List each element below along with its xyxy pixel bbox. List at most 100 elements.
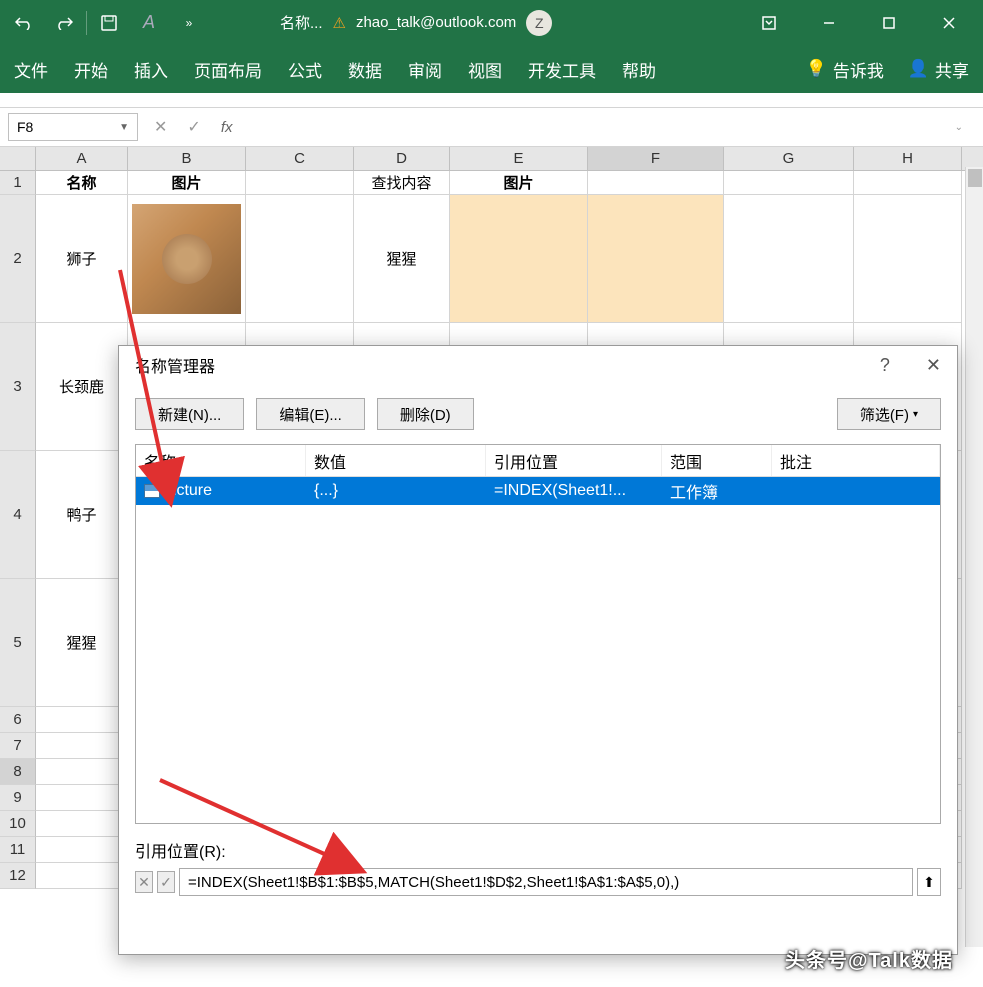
column-header[interactable]: A bbox=[36, 147, 128, 170]
enter-icon[interactable]: ✓ bbox=[187, 117, 200, 137]
tab-dev[interactable]: 开发工具 bbox=[528, 57, 596, 82]
user-avatar[interactable]: Z bbox=[526, 10, 552, 36]
new-button[interactable]: 新建(N)... bbox=[135, 398, 244, 430]
undo-button[interactable] bbox=[4, 3, 44, 43]
row-header[interactable]: 6 bbox=[0, 707, 36, 733]
cell[interactable] bbox=[724, 171, 854, 195]
cell[interactable]: 鸭子 bbox=[36, 451, 128, 579]
tab-layout[interactable]: 页面布局 bbox=[194, 57, 262, 82]
help-button[interactable]: ? bbox=[880, 355, 890, 376]
header-refers[interactable]: 引用位置 bbox=[486, 445, 662, 476]
close-button[interactable] bbox=[919, 0, 979, 45]
chevron-down-icon[interactable]: ▼ bbox=[119, 122, 129, 133]
fx-icon[interactable]: fx bbox=[221, 119, 233, 136]
ribbon-options-button[interactable] bbox=[739, 0, 799, 45]
cell[interactable]: 长颈鹿 bbox=[36, 323, 128, 451]
row-header[interactable]: 2 bbox=[0, 195, 36, 323]
tab-view[interactable]: 视图 bbox=[468, 57, 502, 82]
warning-icon: ⚠ bbox=[333, 14, 346, 32]
header-scope[interactable]: 范围 bbox=[662, 445, 772, 476]
cell[interactable] bbox=[36, 837, 128, 863]
column-header[interactable]: H bbox=[854, 147, 962, 170]
column-header[interactable]: E bbox=[450, 147, 588, 170]
row-header[interactable]: 10 bbox=[0, 811, 36, 837]
tab-formulas[interactable]: 公式 bbox=[288, 57, 322, 82]
tab-insert[interactable]: 插入 bbox=[134, 57, 168, 82]
dialog-titlebar[interactable]: 名称管理器 ? ✕ bbox=[119, 346, 957, 384]
font-button[interactable]: A bbox=[129, 3, 169, 43]
row-header[interactable]: 5 bbox=[0, 579, 36, 707]
close-icon[interactable]: ✕ bbox=[926, 355, 941, 376]
qat-more-button[interactable]: » bbox=[169, 3, 209, 43]
chevron-down-icon: ▾ bbox=[913, 409, 918, 420]
share-icon: 👤 bbox=[908, 59, 929, 79]
cell[interactable] bbox=[36, 759, 128, 785]
cell[interactable] bbox=[854, 171, 962, 195]
cell[interactable] bbox=[588, 195, 724, 323]
cell[interactable]: 名称 bbox=[36, 171, 128, 195]
cell[interactable]: 查找内容 bbox=[354, 171, 450, 195]
select-all-button[interactable] bbox=[0, 147, 36, 170]
cell[interactable] bbox=[450, 195, 588, 323]
discard-ref-button[interactable]: ✕ bbox=[135, 871, 153, 893]
refers-to-input[interactable]: =INDEX(Sheet1!$B$1:$B$5,MATCH(Sheet1!$D$… bbox=[179, 868, 913, 896]
row-header[interactable]: 3 bbox=[0, 323, 36, 451]
delete-button[interactable]: 删除(D) bbox=[377, 398, 474, 430]
cell[interactable] bbox=[246, 171, 354, 195]
cell[interactable] bbox=[36, 811, 128, 837]
cell[interactable]: 猩猩 bbox=[354, 195, 450, 323]
scrollbar-vertical[interactable] bbox=[965, 167, 983, 947]
row-header[interactable]: 4 bbox=[0, 451, 36, 579]
column-header[interactable]: F bbox=[588, 147, 724, 170]
column-header[interactable]: C bbox=[246, 147, 354, 170]
tab-file[interactable]: 文件 bbox=[14, 57, 48, 82]
header-comment[interactable]: 批注 bbox=[772, 445, 940, 476]
cell[interactable] bbox=[36, 785, 128, 811]
column-header[interactable]: G bbox=[724, 147, 854, 170]
minimize-button[interactable] bbox=[799, 0, 859, 45]
column-header[interactable]: B bbox=[128, 147, 246, 170]
row-header[interactable]: 1 bbox=[0, 171, 36, 195]
row-headers: 1 2 3 4 5 6 7 8 9 10 11 12 bbox=[0, 171, 36, 889]
tab-review[interactable]: 审阅 bbox=[408, 57, 442, 82]
save-button[interactable] bbox=[89, 3, 129, 43]
cell[interactable] bbox=[128, 195, 246, 323]
cell[interactable] bbox=[854, 195, 962, 323]
cell[interactable] bbox=[36, 733, 128, 759]
share-button[interactable]: 👤 共享 bbox=[908, 57, 969, 82]
row-header[interactable]: 8 bbox=[0, 759, 36, 785]
row-header[interactable]: 7 bbox=[0, 733, 36, 759]
row-header[interactable]: 12 bbox=[0, 863, 36, 889]
scrollbar-thumb[interactable] bbox=[968, 169, 982, 187]
list-item[interactable]: picture {...} =INDEX(Sheet1!... 工作簿 bbox=[136, 477, 940, 505]
cell[interactable] bbox=[36, 863, 128, 889]
maximize-button[interactable] bbox=[859, 0, 919, 45]
cell[interactable] bbox=[246, 195, 354, 323]
cell[interactable]: 图片 bbox=[128, 171, 246, 195]
header-name[interactable]: 名称 bbox=[136, 445, 306, 476]
cell[interactable]: 图片 bbox=[450, 171, 588, 195]
edit-button[interactable]: 编辑(E)... bbox=[256, 398, 365, 430]
cell[interactable]: 狮子 bbox=[36, 195, 128, 323]
collapse-dialog-button[interactable]: ⬆ bbox=[917, 868, 941, 896]
tab-data[interactable]: 数据 bbox=[348, 57, 382, 82]
row-header[interactable]: 9 bbox=[0, 785, 36, 811]
row-header[interactable]: 11 bbox=[0, 837, 36, 863]
cell[interactable] bbox=[36, 707, 128, 733]
names-list[interactable]: 名称 数值 引用位置 范围 批注 picture {...} =INDEX(Sh… bbox=[135, 444, 941, 824]
cell[interactable] bbox=[588, 171, 724, 195]
cell[interactable]: 猩猩 bbox=[36, 579, 128, 707]
header-value[interactable]: 数值 bbox=[306, 445, 486, 476]
cancel-icon[interactable]: ✕ bbox=[154, 117, 167, 137]
chevron-down-icon[interactable]: ⌄ bbox=[955, 122, 963, 133]
filter-button[interactable]: 筛选(F)▾ bbox=[837, 398, 941, 430]
name-box[interactable]: F8 ▼ bbox=[8, 113, 138, 141]
redo-button[interactable] bbox=[44, 3, 84, 43]
tab-help[interactable]: 帮助 bbox=[622, 57, 656, 82]
cell[interactable] bbox=[724, 195, 854, 323]
tab-home[interactable]: 开始 bbox=[74, 57, 108, 82]
tell-me[interactable]: 💡 告诉我 bbox=[806, 57, 884, 82]
formula-input[interactable]: ⌄ bbox=[244, 113, 971, 141]
column-header[interactable]: D bbox=[354, 147, 450, 170]
accept-ref-button[interactable]: ✓ bbox=[157, 871, 175, 893]
